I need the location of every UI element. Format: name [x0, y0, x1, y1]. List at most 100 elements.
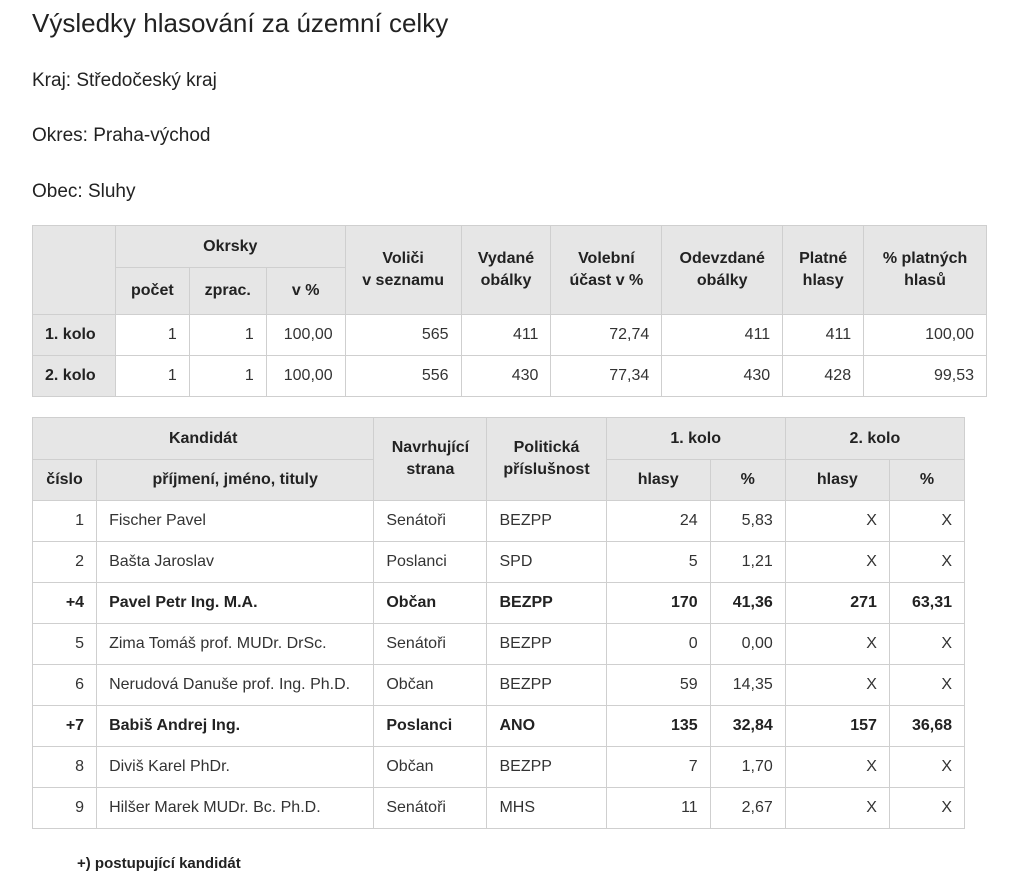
cell-hlasy-2: X — [784, 541, 890, 583]
cell-cislo: 5 — [31, 623, 98, 665]
header-cislo: číslo — [31, 459, 98, 501]
cell-cislo: +7 — [31, 705, 98, 747]
header-2-kolo: 2. kolo — [784, 417, 966, 460]
cell-pct-1: 0,00 — [709, 623, 786, 665]
cell-pct-1: 41,36 — [709, 582, 786, 624]
cell-politicka-prislusnost: BEZPP — [486, 582, 607, 624]
cell-pct-platnych: 99,53 — [863, 355, 987, 397]
cell-hlasy-2: X — [784, 664, 890, 706]
header-okrsky: Okrsky — [114, 225, 346, 268]
cell-pct-2: 63,31 — [888, 582, 966, 624]
cell-pct-1: 1,70 — [709, 746, 786, 788]
cell-navrhujici-strana: Poslanci — [373, 705, 488, 747]
cell-politicka-prislusnost: SPD — [486, 541, 607, 583]
cell-jmeno: Pavel Petr Ing. M.A. — [96, 582, 375, 624]
row-label: 1. kolo — [32, 314, 116, 356]
cell-hlasy-1: 24 — [605, 500, 711, 542]
cell-jmeno: Hilšer Marek MUDr. Bc. Ph.D. — [96, 787, 375, 829]
municipality-label: Obec: Sluhy — [32, 181, 136, 202]
cell-navrhujici-strana: Senátoři — [373, 623, 488, 665]
cell-politicka-prislusnost: BEZPP — [486, 746, 607, 788]
cell-hlasy-2: X — [784, 787, 890, 829]
cell-v-pct: 100,00 — [265, 355, 346, 397]
cell-zprac: 1 — [188, 355, 267, 397]
cell-platne: 411 — [782, 314, 865, 356]
cell-vydane: 411 — [460, 314, 552, 356]
cell-navrhujici-strana: Senátoři — [373, 500, 488, 542]
row-label: 2. kolo — [32, 355, 116, 397]
cell-pct-2: X — [888, 664, 966, 706]
cell-v-pct: 100,00 — [265, 314, 346, 356]
header-politicka-prislusnost: Politická příslušnost — [486, 417, 607, 501]
cell-pct-2: X — [888, 541, 966, 583]
cell-volici: 556 — [344, 355, 462, 397]
cell-zprac: 1 — [188, 314, 267, 356]
cell-hlasy-2: 157 — [784, 705, 890, 747]
cell-navrhujici-strana: Poslanci — [373, 541, 488, 583]
cell-ucast: 77,34 — [550, 355, 663, 397]
cell-politicka-prislusnost: BEZPP — [486, 664, 607, 706]
header-zprac: zprac. — [188, 267, 267, 315]
cell-jmeno: Diviš Karel PhDr. — [96, 746, 375, 788]
cell-politicka-prislusnost: BEZPP — [486, 500, 607, 542]
cell-odevzdane: 430 — [661, 355, 784, 397]
cell-hlasy-1: 170 — [605, 582, 711, 624]
cell-politicka-prislusnost: BEZPP — [486, 623, 607, 665]
cell-volici: 565 — [344, 314, 462, 356]
cell-pct-2: X — [888, 787, 966, 829]
cell-pct-1: 5,83 — [709, 500, 786, 542]
cell-cislo: 8 — [31, 746, 98, 788]
cell-pct-2: X — [888, 623, 966, 665]
header-volici: Voliči v seznamu — [344, 225, 462, 315]
candidate-row: 2 Bašta Jaroslav Poslanci SPD 5 1,21 X X — [31, 541, 966, 583]
cell-vydane: 430 — [460, 355, 552, 397]
cell-pct-1: 32,84 — [709, 705, 786, 747]
cell-hlasy-2: X — [784, 500, 890, 542]
header-pct-2: % — [888, 459, 966, 501]
turnout-summary-table: Okrsky Voliči v seznamu Vydané obálky Vole… — [32, 225, 987, 397]
cell-hlasy-1: 0 — [605, 623, 711, 665]
footnote: +) postupující kandidát — [77, 855, 241, 872]
cell-hlasy-1: 59 — [605, 664, 711, 706]
region-label: Kraj: Středočeský kraj — [32, 70, 217, 91]
cell-hlasy-1: 7 — [605, 746, 711, 788]
cell-hlasy-1: 11 — [605, 787, 711, 829]
cell-hlasy-1: 5 — [605, 541, 711, 583]
header-pct-platnych: % platných hlasů — [863, 225, 987, 315]
page-title: Výsledky hlasování za územní celky — [32, 8, 449, 38]
cell-navrhujici-strana: Občan — [373, 664, 488, 706]
candidate-row: 6 Nerudová Danuše prof. Ing. Ph.D. Občan BE… — [31, 664, 966, 706]
candidate-row: +4 Pavel Petr Ing. M.A. Občan BEZPP 170 41,36… — [31, 582, 966, 624]
cell-navrhujici-strana: Občan — [373, 746, 488, 788]
cell-cislo: +4 — [31, 582, 98, 624]
header-jmeno: příjmení, jméno, tituly — [96, 459, 375, 501]
cell-pct-2: 36,68 — [888, 705, 966, 747]
candidate-row: 9 Hilšer Marek MUDr. Bc. Ph.D. Senátoři MHS… — [31, 787, 966, 829]
cell-ucast: 72,74 — [550, 314, 663, 356]
cell-cislo: 2 — [31, 541, 98, 583]
header-pct-1: % — [709, 459, 786, 501]
cell-jmeno: Bašta Jaroslav — [96, 541, 375, 583]
cell-pct-1: 1,21 — [709, 541, 786, 583]
cell-politicka-prislusnost: MHS — [486, 787, 607, 829]
cell-hlasy-2: X — [784, 623, 890, 665]
cell-jmeno: Fischer Pavel — [96, 500, 375, 542]
header-kandidat: Kandidát — [31, 417, 375, 460]
cell-jmeno: Babiš Andrej Ing. — [96, 705, 375, 747]
cell-jmeno: Nerudová Danuše prof. Ing. Ph.D. — [96, 664, 375, 706]
header-volebni-ucast: Volební účast v % — [550, 225, 663, 315]
district-label: Okres: Praha-východ — [32, 125, 211, 146]
header-odevzdane-obalky: Odevzdané obálky — [661, 225, 784, 315]
header-v-pct: v % — [265, 267, 346, 315]
cell-pct-2: X — [888, 500, 966, 542]
header-hlasy-2: hlasy — [784, 459, 890, 501]
cell-jmeno: Zima Tomáš prof. MUDr. DrSc. — [96, 623, 375, 665]
summary-corner-cell — [32, 225, 116, 315]
cell-hlasy-2: X — [784, 746, 890, 788]
cell-pct-1: 2,67 — [709, 787, 786, 829]
cell-pct-2: X — [888, 746, 966, 788]
header-platne-hlasy: Platné hlasy — [782, 225, 865, 315]
candidate-results-table: Kandidát Navrhující strana Politická přísl… — [31, 417, 966, 829]
cell-pocet: 1 — [114, 314, 190, 356]
cell-cislo: 6 — [31, 664, 98, 706]
